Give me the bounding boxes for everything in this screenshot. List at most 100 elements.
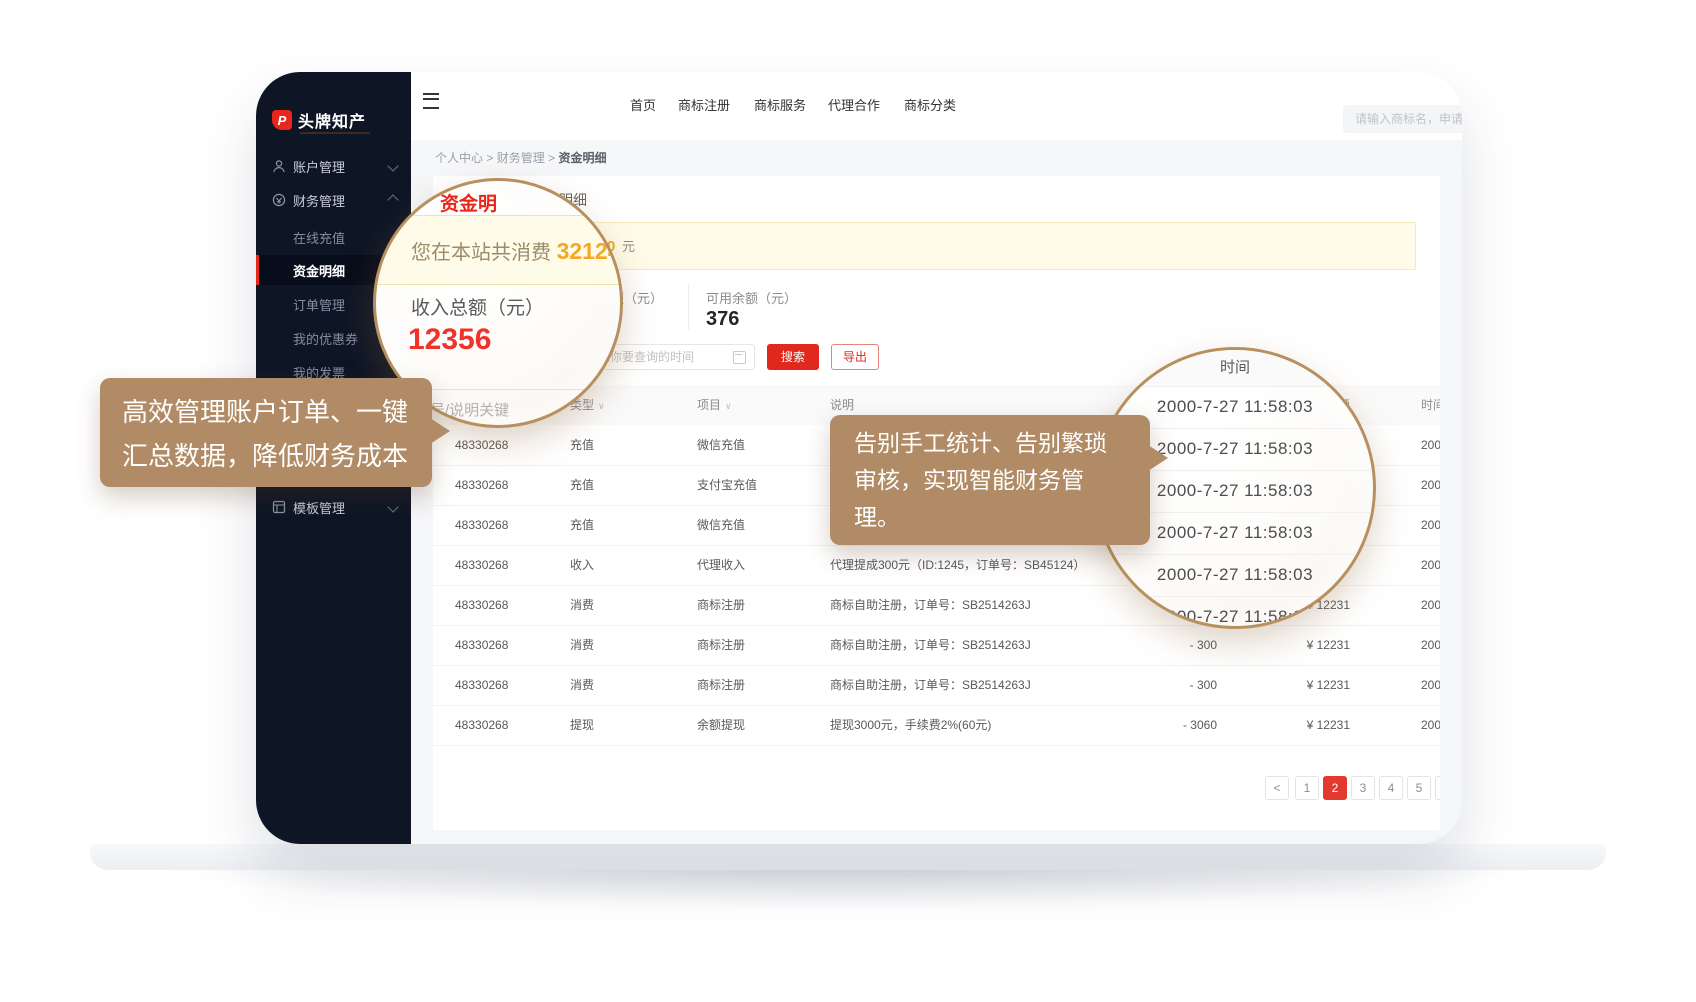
sort-icon: ∨ [725, 401, 732, 411]
breadcrumb-current: 资金明细 [558, 151, 606, 165]
cell-order: 48330268 [455, 625, 508, 665]
sidebar-item-label: 资金明细 [293, 261, 345, 280]
pagination-prev[interactable]: < [1265, 776, 1289, 800]
export-button[interactable]: 导出 [831, 344, 879, 370]
magnified-time-header: 时间 [1097, 350, 1373, 387]
menu-icon[interactable] [423, 93, 439, 109]
sidebar-item-label: 财务管理 [293, 191, 345, 210]
cell-order: 48330268 [455, 545, 508, 585]
sidebar-item-finance[interactable]: 财务管理 [256, 185, 411, 215]
pagination-next[interactable]: > [1435, 776, 1440, 800]
table-row: 48330268消费商标注册商标自助注册，订单号：SB2514263J- 300… [433, 625, 1440, 666]
stat-balance-value: 376 [706, 308, 739, 331]
nav-agent-coop[interactable]: 代理合作 [828, 72, 880, 140]
laptop-base [90, 844, 1606, 870]
callout-arrow-icon [1148, 445, 1168, 471]
cell-order: 48330268 [455, 465, 508, 505]
user-icon [272, 159, 286, 173]
nav-trademark-service[interactable]: 商标服务 [754, 72, 806, 140]
logo-icon: P [272, 110, 292, 130]
cell-desc: 商标自助注册，订单号：SB2514263J [830, 585, 1031, 625]
laptop-shadow [150, 866, 1546, 910]
search-input[interactable]: 请输入商标名，申请号，申请人 [1343, 105, 1462, 133]
logo[interactable]: P 头牌知产 [272, 108, 366, 132]
chevron-down-icon [387, 501, 398, 512]
cell-amount: - 300 [1190, 625, 1217, 665]
breadcrumb: 个人中心 > 财务管理 > 资金明细 [411, 140, 1462, 176]
magnified-banner-prefix: 您在本站共消费 [411, 242, 551, 264]
search-button[interactable]: 搜索 [767, 344, 819, 370]
nav-trademark-category[interactable]: 商标分类 [904, 72, 956, 140]
cell-time: 2000-7-27 11:58:03 [1421, 585, 1440, 625]
logo-subtext [300, 132, 370, 134]
cell-item: 微信充值 [697, 425, 745, 465]
sidebar-item-label: 在线充值 [293, 228, 345, 247]
cell-item: 商标注册 [697, 665, 745, 705]
cell-type: 充值 [570, 465, 594, 505]
finance-icon [272, 193, 286, 207]
cell-order: 48330268 [455, 585, 508, 625]
cell-amount: - 3060 [1183, 705, 1217, 745]
cell-order: 48330268 [455, 705, 508, 745]
page: P 头牌知产 账户管理 财务管理 在 [0, 0, 1696, 1002]
cell-order: 48330268 [455, 425, 508, 465]
cell-desc: 商标自助注册，订单号：SB2514263J [830, 625, 1031, 665]
sidebar-item-templates[interactable]: 模板管理 [256, 492, 411, 522]
cell-time: 2000-7-27 11:58:03 [1421, 425, 1440, 465]
cell-time: 2000-7-27 11:58:03 [1421, 665, 1440, 705]
sidebar-item-account[interactable]: 账户管理 [256, 151, 411, 181]
callout-left-text: 高效管理账户订单、一键汇总数据，降低财务成本 [100, 378, 432, 490]
nav-home[interactable]: 首页 [630, 72, 656, 140]
nav-trademark-register[interactable]: 商标注册 [678, 72, 730, 140]
chevron-up-icon [387, 194, 398, 205]
cell-desc: 代理提成300元（ID:1245，订单号：SB45124） [830, 545, 1085, 585]
logo-text: 头牌知产 [298, 108, 366, 132]
magnified-tab-label: 资金明 [440, 189, 497, 216]
cell-order: 48330268 [455, 505, 508, 545]
topbar: 首页 商标注册 商标服务 代理合作 商标分类 请输入商标名，申请号，申请人 [411, 72, 1462, 141]
active-indicator [256, 255, 259, 285]
breadcrumb-item[interactable]: 财务管理 [497, 151, 545, 165]
magnified-income-label: 收入总额（元） [411, 293, 544, 320]
cell-balance: ¥ 12231 [1307, 705, 1350, 745]
breadcrumb-separator: > [548, 151, 555, 165]
chevron-down-icon [387, 160, 398, 171]
table-row: 48330268提现余额提现提现3000元，手续费2%(60元)- 3060¥ … [433, 705, 1440, 746]
stat-balance-label: 可用余额（元） [706, 288, 797, 307]
cell-type: 提现 [570, 705, 594, 745]
cell-time: 2000-7-27 11:58:03 [1421, 465, 1440, 505]
magnified-banner: 您在本站共消费 32124 元 [373, 215, 623, 285]
cell-type: 消费 [570, 585, 594, 625]
breadcrumb-item[interactable]: 个人中心 [435, 151, 483, 165]
pagination-page-1[interactable]: 1 [1295, 776, 1319, 800]
cell-type: 充值 [570, 505, 594, 545]
cell-desc: 提现3000元，手续费2%(60元) [830, 705, 991, 745]
cell-time: 2000-7-27 11:58:03 [1421, 625, 1440, 665]
sort-icon: ∨ [598, 401, 605, 411]
magnified-time-row: 2000-7-27 11:58:03 [1097, 596, 1373, 629]
cell-item: 商标注册 [697, 585, 745, 625]
sidebar-item-label: 账户管理 [293, 157, 345, 176]
callout-left: 高效管理账户订单、一键汇总数据，降低财务成本 [100, 378, 432, 487]
cell-desc: 商标自助注册，订单号：SB2514263J [830, 665, 1031, 705]
cell-type: 收入 [570, 545, 594, 585]
cell-type: 消费 [570, 665, 594, 705]
sidebar-item-label: 我的优惠券 [293, 329, 358, 348]
stat-divider [688, 284, 689, 330]
cell-order: 48330268 [455, 665, 508, 705]
template-icon [272, 500, 286, 514]
cell-type: 充值 [570, 425, 594, 465]
magnified-income-value: 12356 [408, 323, 491, 357]
cell-balance: ¥ 12231 [1307, 665, 1350, 705]
sidebar-item-label: 模板管理 [293, 498, 345, 517]
pagination-page-4[interactable]: 4 [1379, 776, 1403, 800]
cell-time: 2000-7-27 11:58:03 [1421, 505, 1440, 545]
pagination-page-2[interactable]: 2 [1323, 776, 1347, 800]
pagination-page-5[interactable]: 5 [1407, 776, 1431, 800]
cell-item: 代理收入 [697, 545, 745, 585]
calendar-icon [733, 351, 746, 364]
callout-right-text: 告别手工统计、告别繁琐审核，实现智能财务管理。 [830, 415, 1150, 546]
header-item[interactable]: 项目∨ [697, 385, 732, 426]
cell-time: 2000-7-27 11:58:03 [1421, 705, 1440, 745]
pagination-page-3[interactable]: 3 [1351, 776, 1375, 800]
